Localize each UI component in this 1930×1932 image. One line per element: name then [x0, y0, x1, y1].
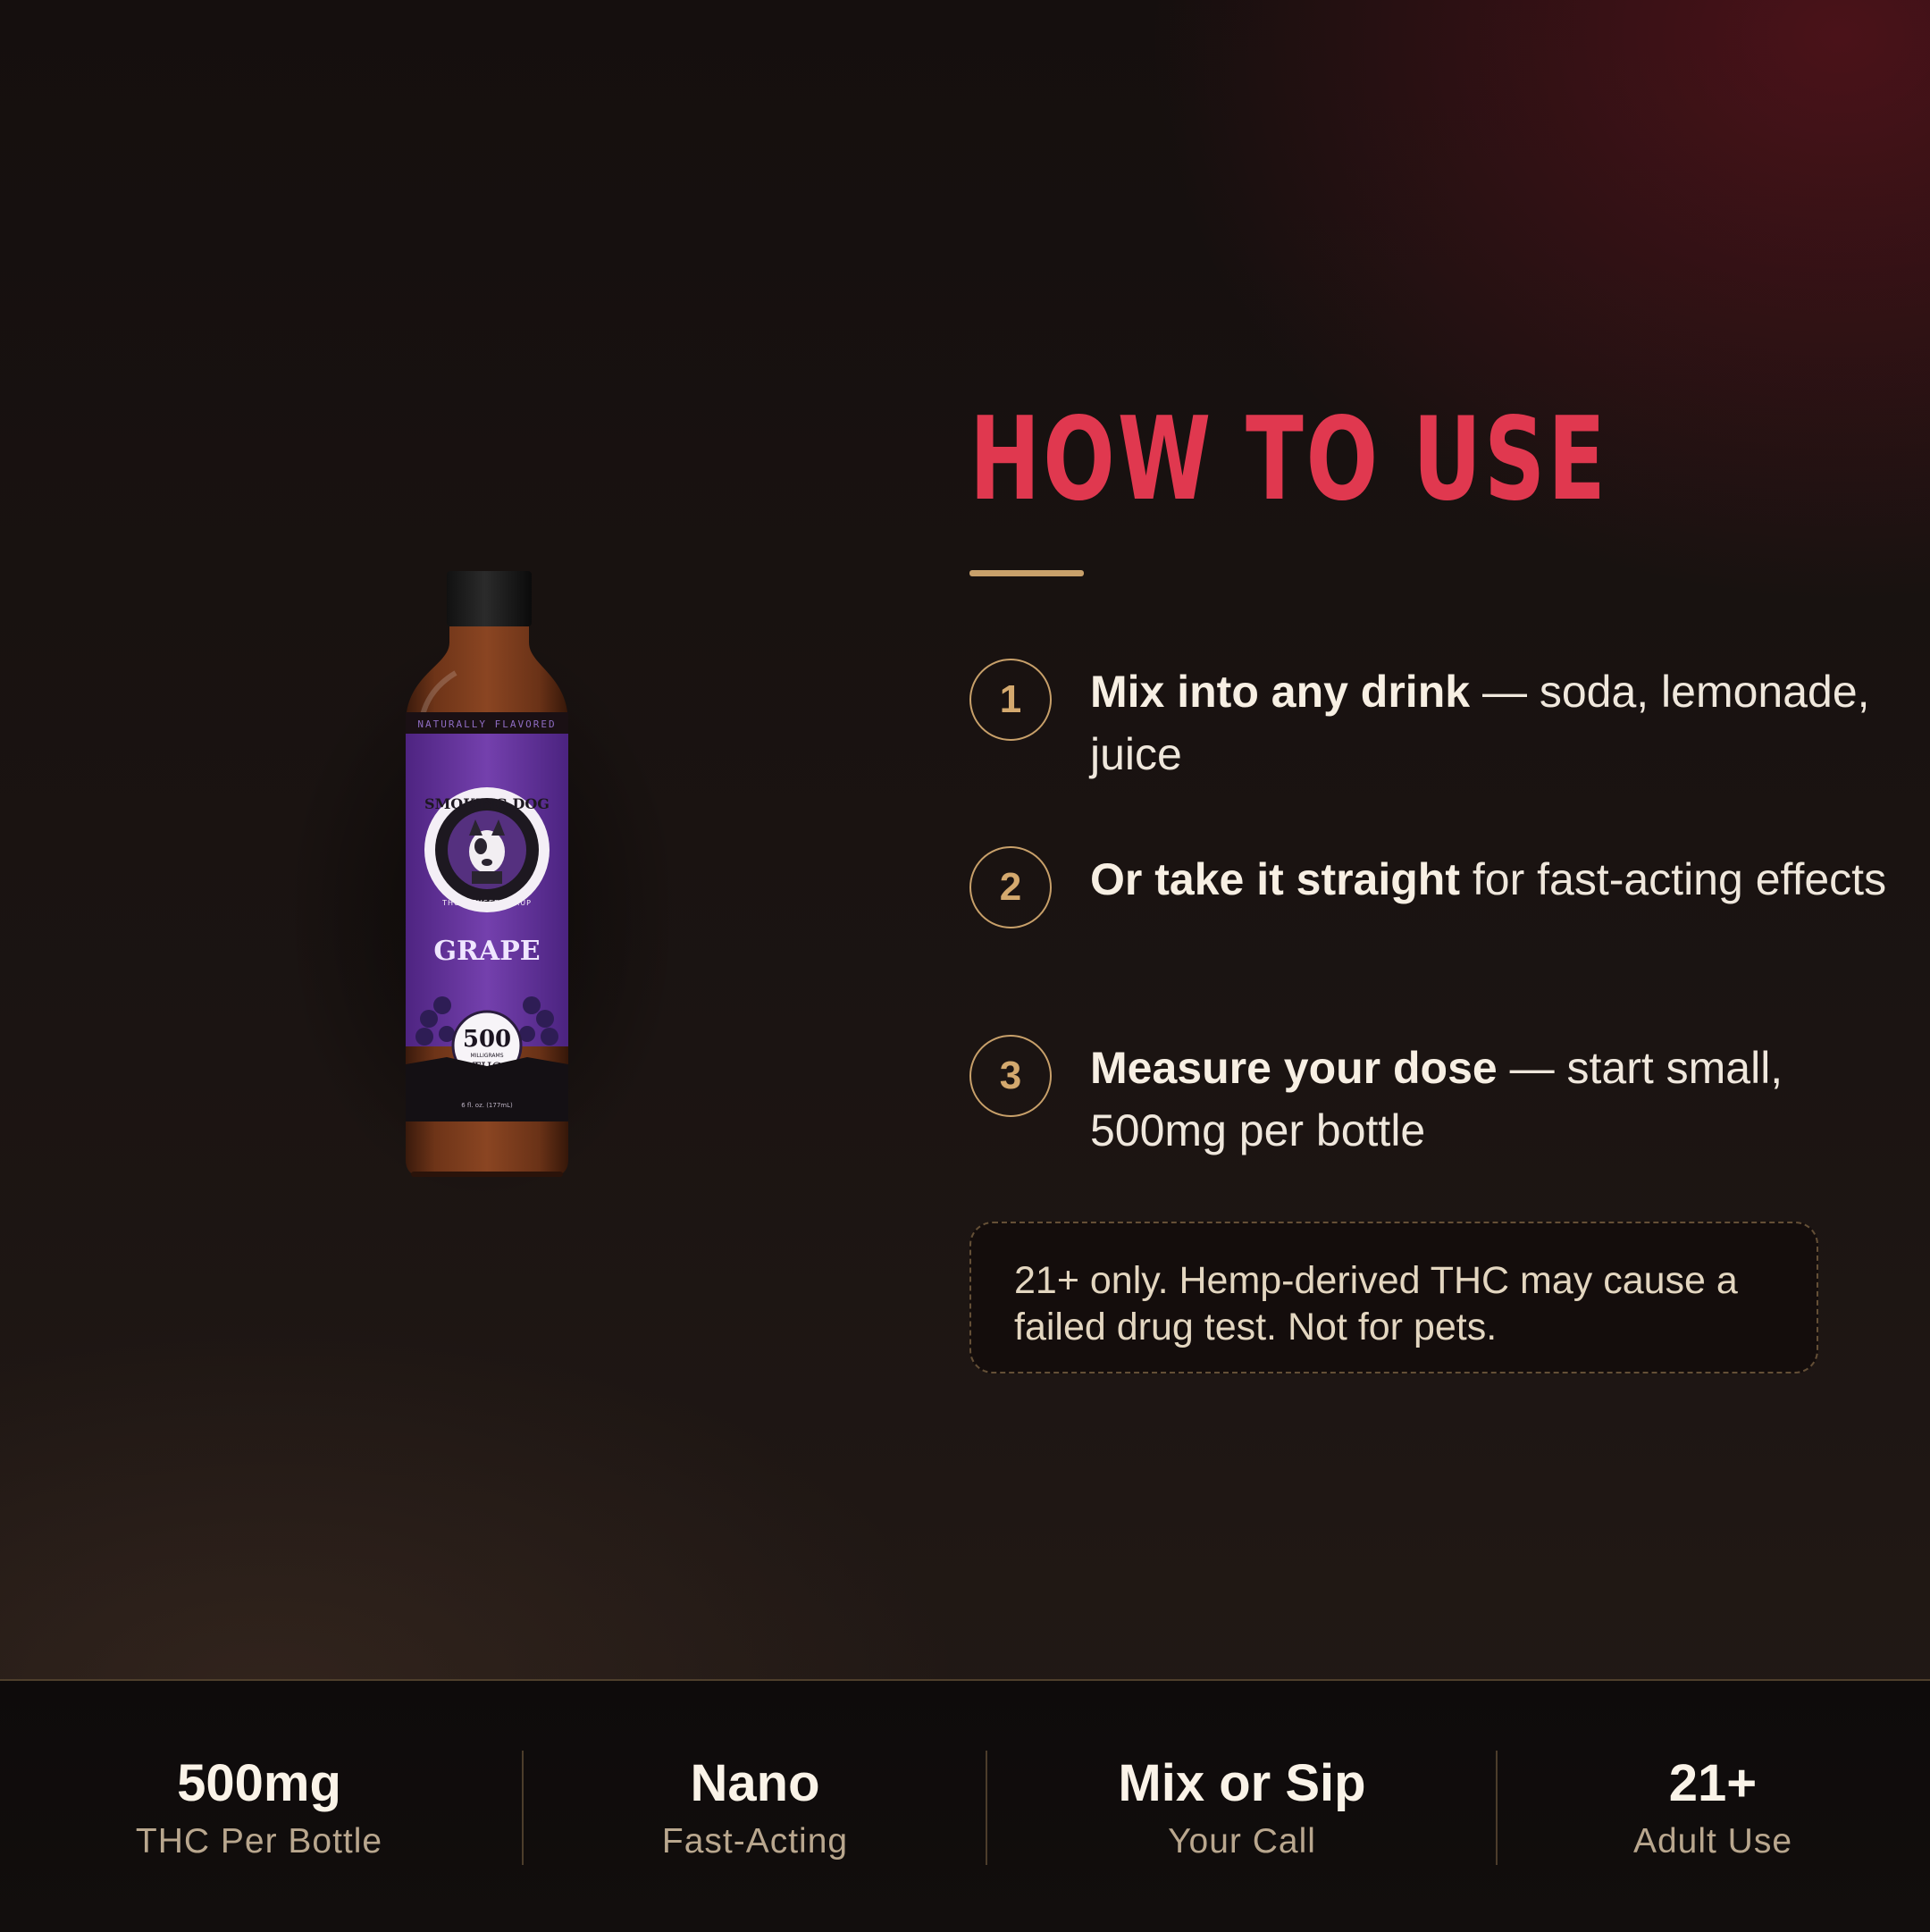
step-number-badge: 2 — [969, 846, 1052, 928]
stat-value: Nano — [690, 1754, 820, 1812]
stat-item: 500mg THC Per Bottle — [125, 1752, 393, 1869]
step-bold-text: Or take it straight — [1090, 854, 1460, 904]
dose-unit-text: MILLIGRAMS — [470, 1053, 503, 1059]
step-text: Or take it straight for fast-acting effe… — [1090, 848, 1894, 911]
stat-label: THC Per Bottle — [135, 1822, 383, 1861]
stat-divider — [1496, 1751, 1498, 1865]
stat-divider — [986, 1751, 987, 1865]
warning-notice: 21+ only. Hemp-derived THC may cause a f… — [969, 1222, 1818, 1373]
sub-brand-text: THC INFUSED SYRUP — [441, 899, 532, 907]
step-number-badge: 1 — [969, 659, 1052, 741]
page-title: HOW TO USE — [969, 393, 1608, 526]
dose-value-text: 500 — [463, 1026, 511, 1053]
product-bottle: NATURALLY FLAVORED SMOKING DOG THC INFUS… — [268, 567, 697, 1229]
step-text: Mix into any drink — soda, lemonade, jui… — [1090, 660, 1894, 785]
bottle-cap — [447, 571, 532, 626]
stat-item: Nano Fast-Acting — [621, 1752, 889, 1869]
stat-item: 21+ Adult Use — [1579, 1752, 1847, 1869]
title-underline — [969, 570, 1084, 576]
step-bold-text: Mix into any drink — [1090, 667, 1471, 717]
step-bold-text: Measure your dose — [1090, 1043, 1498, 1093]
stat-item: Mix or Sip Your Call — [1072, 1752, 1412, 1869]
stat-value: Mix or Sip — [1118, 1754, 1366, 1812]
warning-notice-text: 21+ only. Hemp-derived THC may cause a f… — [1014, 1259, 1738, 1348]
brand-text: SMOKING DOG — [424, 795, 550, 812]
stat-label: Fast-Acting — [661, 1822, 849, 1861]
stat-label: Your Call — [1168, 1822, 1316, 1861]
stat-value: 21+ — [1668, 1754, 1758, 1812]
stats-bar: 500mg THC Per Bottle Nano Fast-Acting Mi… — [0, 1679, 1930, 1932]
stat-label: Adult Use — [1632, 1822, 1793, 1861]
label-top-text: NATURALLY FLAVORED — [417, 718, 556, 730]
volume-text: 6 fl. oz. (177mL) — [461, 1102, 513, 1109]
bottle-illustration: NATURALLY FLAVORED SMOKING DOG THC INFUS… — [406, 571, 568, 1177]
step-text: Measure your dose — start small, 500mg p… — [1090, 1037, 1894, 1162]
stat-value: 500mg — [177, 1754, 341, 1812]
step-number-badge: 3 — [969, 1035, 1052, 1117]
stat-divider — [522, 1751, 524, 1865]
step-rest-text: for fast-acting effects — [1460, 854, 1887, 904]
flavor-text: GRAPE — [433, 936, 540, 967]
